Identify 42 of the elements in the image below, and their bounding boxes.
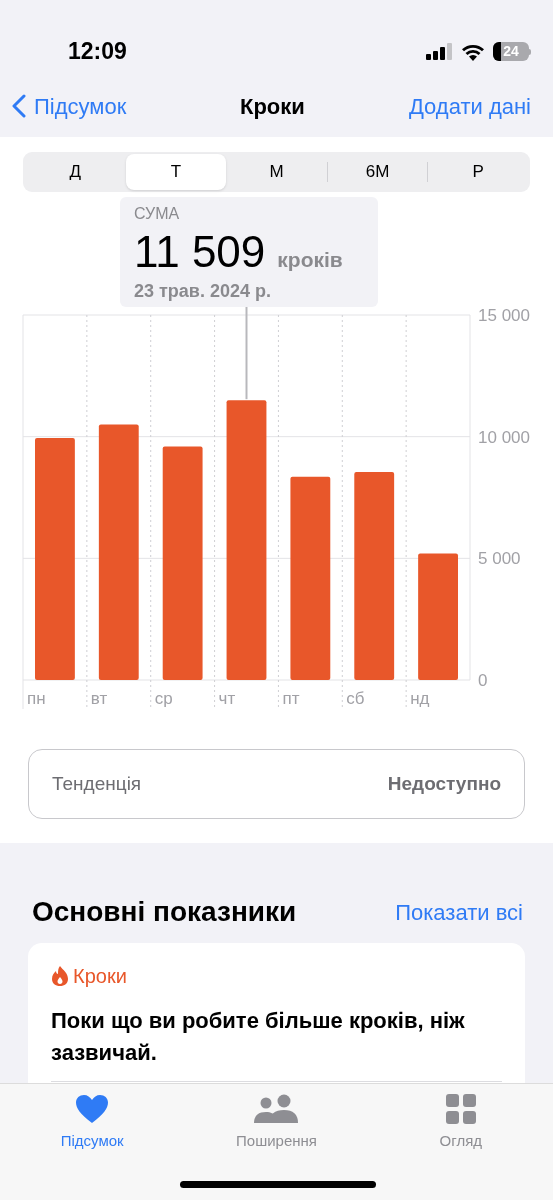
segment-tab[interactable]: М (226, 154, 327, 190)
callout-unit: кроків (277, 247, 343, 273)
day-label: пн (27, 689, 46, 708)
day-label: нд (410, 689, 430, 708)
day-label: вт (90, 689, 108, 708)
card-text: Поки що ви робите більше кроків, ніж зазвичай. (51, 1007, 466, 1067)
axis-label: 5 000 (478, 549, 521, 569)
callout-value: 11 509 (134, 226, 266, 278)
tab-bar-item[interactable]: Підсумок (0, 1094, 185, 1154)
battery-level: 24 (503, 42, 519, 61)
axis-label: 15 000 (478, 307, 530, 325)
grid-icon (445, 1094, 476, 1124)
section-title: Основні показники (32, 895, 297, 929)
tab-bar-item[interactable]: Огляд (368, 1094, 553, 1154)
signal-icon (426, 43, 453, 60)
segment-tab[interactable]: Р (428, 154, 528, 190)
heart-icon (75, 1094, 110, 1124)
add-data-button[interactable]: Додати дані (408, 89, 531, 123)
trend-value: Недоступно (387, 771, 501, 796)
axis-label: 10 000 (478, 427, 530, 447)
callout-label: СУМА (134, 204, 181, 224)
trend-label: Тенденція (52, 771, 142, 796)
segment-tab[interactable]: Т (125, 154, 227, 190)
tab-bar-item[interactable]: Поширення (184, 1094, 369, 1154)
callout-date: 23 трав. 2024 р. (134, 280, 272, 303)
show-all-link[interactable]: Показати всі (395, 895, 523, 929)
card-category: Кроки (73, 964, 127, 989)
wifi-icon (461, 42, 485, 61)
axis-label: 0 (478, 671, 488, 690)
page-title: Кроки (240, 92, 305, 121)
back-button[interactable]: Підсумок (12, 89, 127, 123)
people-icon (253, 1094, 300, 1124)
status-time: 12:09 (68, 37, 127, 67)
segment-tab[interactable]: Д (25, 154, 126, 190)
flame-icon (51, 965, 69, 987)
back-chevron-icon (12, 94, 26, 118)
day-label: пт (282, 689, 300, 708)
day-label: чт (218, 689, 236, 708)
day-label: сб (346, 689, 365, 708)
battery-fill (493, 42, 501, 61)
day-label: ср (154, 689, 173, 708)
segment-tab[interactable]: 6М (327, 154, 428, 190)
